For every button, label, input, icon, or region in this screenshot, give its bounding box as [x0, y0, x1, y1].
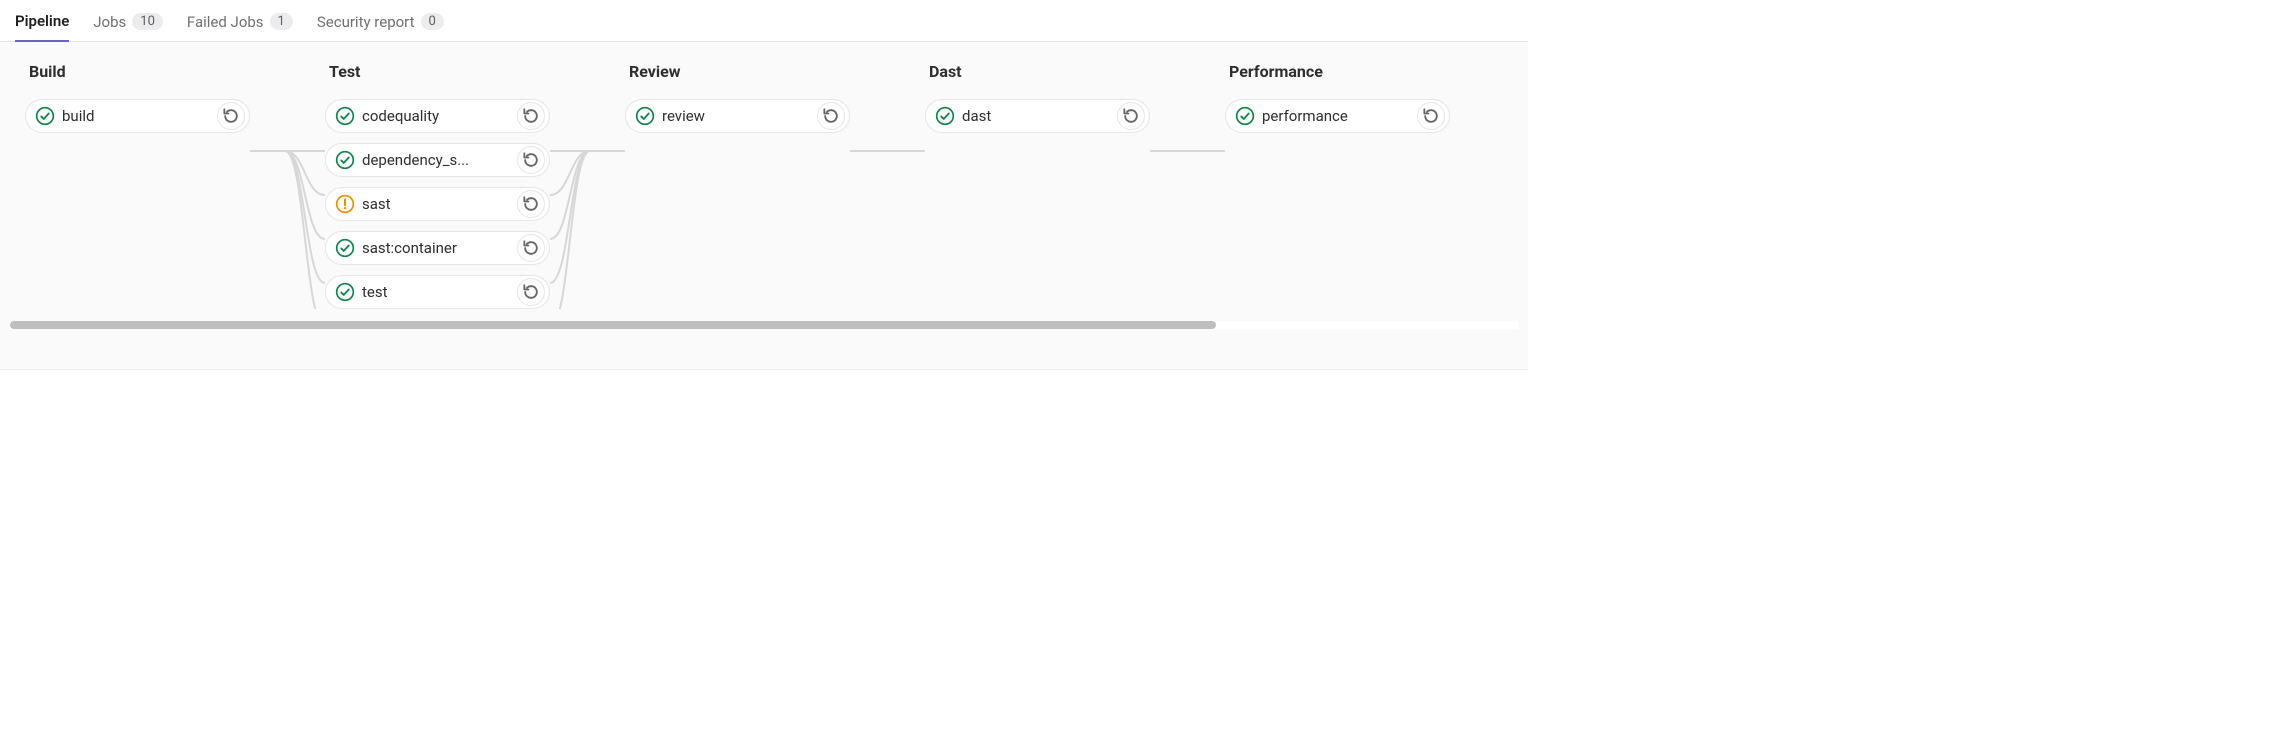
status-passed-icon	[634, 105, 656, 127]
tab-security-label: Security report	[317, 13, 415, 31]
pipeline-graph-wrapper: Build build Test codequality dependency_s...…	[0, 42, 1528, 370]
stage-jobs: performance	[1225, 99, 1450, 133]
retry-button[interactable]	[217, 102, 245, 130]
retry-button[interactable]	[517, 234, 545, 262]
tab-jobs[interactable]: Jobs 10	[93, 0, 163, 42]
job-pill[interactable]: codequality	[325, 99, 550, 133]
retry-button[interactable]	[517, 190, 545, 218]
tab-security-count: 0	[421, 13, 444, 30]
tab-jobs-label: Jobs	[93, 13, 126, 31]
retry-button[interactable]	[817, 102, 845, 130]
horizontal-scrollbar[interactable]	[10, 321, 1518, 329]
retry-icon	[521, 282, 541, 302]
retry-button[interactable]	[1117, 102, 1145, 130]
job-label: test	[356, 283, 513, 301]
job-pill[interactable]: test	[325, 275, 550, 309]
job-label: codequality	[356, 107, 513, 125]
tab-failed-label: Failed Jobs	[187, 13, 264, 31]
tab-failed-jobs[interactable]: Failed Jobs 1	[187, 0, 293, 42]
retry-button[interactable]	[517, 102, 545, 130]
job-pill[interactable]: review	[625, 99, 850, 133]
status-passed-icon	[34, 105, 56, 127]
retry-button[interactable]	[1417, 102, 1445, 130]
stage-jobs: codequality dependency_s...sast sast:conta…	[325, 99, 550, 309]
stage-column: Review review	[625, 62, 850, 309]
scrollbar-thumb[interactable]	[10, 321, 1216, 329]
status-passed-icon	[334, 105, 356, 127]
job-pill[interactable]: performance	[1225, 99, 1450, 133]
job-label: sast:container	[356, 239, 513, 257]
tab-failed-count: 1	[270, 13, 293, 30]
status-passed-icon	[934, 105, 956, 127]
stage-column: Performance performance	[1225, 62, 1450, 309]
tab-security[interactable]: Security report 0	[317, 0, 444, 42]
stage-column: Build build	[25, 62, 250, 309]
retry-icon	[821, 106, 841, 126]
stage-title: Test	[329, 62, 550, 81]
retry-button[interactable]	[517, 146, 545, 174]
retry-icon	[521, 106, 541, 126]
stage-jobs: dast	[925, 99, 1150, 133]
status-warning-icon	[334, 193, 356, 215]
retry-icon	[1421, 106, 1441, 126]
pipeline-graph: Build build Test codequality dependency_s...…	[0, 62, 1528, 309]
retry-icon	[521, 194, 541, 214]
job-pill[interactable]: build	[25, 99, 250, 133]
status-passed-icon	[334, 281, 356, 303]
job-label: dast	[956, 107, 1113, 125]
status-passed-icon	[1234, 105, 1256, 127]
stage-title: Performance	[1229, 62, 1450, 81]
stage-column: Dast dast	[925, 62, 1150, 309]
job-pill[interactable]: dependency_s...	[325, 143, 550, 177]
stage-title: Build	[29, 62, 250, 81]
status-passed-icon	[334, 237, 356, 259]
tabs-bar: Pipeline Jobs 10 Failed Jobs 1 Security …	[0, 0, 1528, 42]
stage-title: Dast	[929, 62, 1150, 81]
job-label: build	[56, 107, 213, 125]
retry-icon	[521, 238, 541, 258]
tab-jobs-count: 10	[132, 13, 163, 30]
stage-jobs: build	[25, 99, 250, 133]
retry-button[interactable]	[517, 278, 545, 306]
status-passed-icon	[334, 149, 356, 171]
job-pill[interactable]: dast	[925, 99, 1150, 133]
job-pill[interactable]: sast	[325, 187, 550, 221]
job-label: sast	[356, 195, 513, 213]
job-pill[interactable]: sast:container	[325, 231, 550, 265]
stage-column: Test codequality dependency_s...sast sast:c…	[325, 62, 550, 309]
job-label: review	[656, 107, 813, 125]
tab-pipeline[interactable]: Pipeline	[15, 0, 69, 42]
stage-jobs: review	[625, 99, 850, 133]
retry-icon	[521, 150, 541, 170]
retry-icon	[221, 106, 241, 126]
job-label: performance	[1256, 107, 1413, 125]
job-label: dependency_s...	[356, 151, 513, 169]
stage-title: Review	[629, 62, 850, 81]
retry-icon	[1121, 106, 1141, 126]
tab-pipeline-label: Pipeline	[15, 12, 69, 30]
